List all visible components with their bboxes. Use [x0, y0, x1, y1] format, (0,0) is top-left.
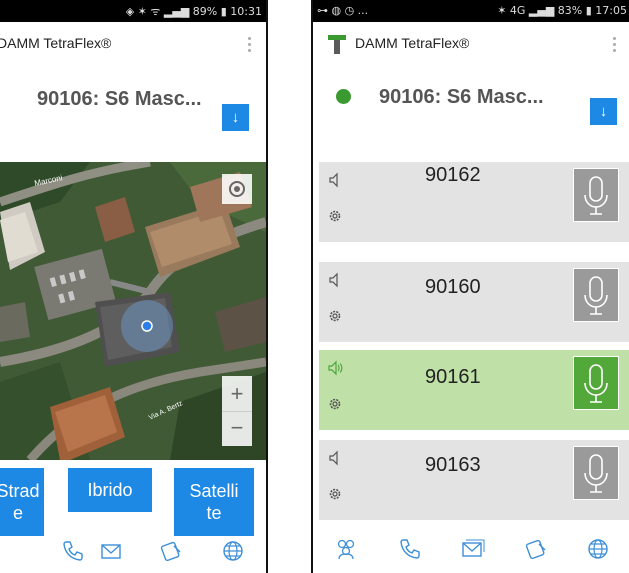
globe-icon[interactable] — [585, 536, 611, 562]
channel-number: 90163 — [425, 454, 481, 476]
phone-icon[interactable] — [397, 536, 423, 562]
messages-icon[interactable] — [98, 538, 124, 564]
channel-number: 90162 — [425, 164, 481, 186]
microphone-icon — [584, 364, 608, 403]
my-location-button[interactable] — [222, 174, 252, 204]
speaker-active-icon[interactable] — [327, 360, 343, 376]
radio-header: 90106: S6 Masc... ↓ — [313, 68, 629, 148]
groups-icon[interactable] — [333, 536, 359, 562]
app-bar: DAMM TetraFlex® — [313, 22, 629, 64]
overflow-menu-icon[interactable] — [248, 34, 252, 55]
connection-status-dot — [336, 89, 351, 104]
app-title: DAMM TetraFlex® — [355, 35, 470, 51]
microphone-icon — [584, 454, 608, 493]
microphone-icon — [584, 176, 608, 215]
right-phone-screen: ⊶ ◍ ◷ ... ✶ 4G ▂▄▆ 83% ▮ 17:05 DAMM Tetr… — [311, 0, 629, 573]
globe-icon[interactable] — [220, 538, 246, 564]
speaker-icon[interactable] — [327, 450, 343, 466]
map-type-roads-line2: e — [12, 503, 23, 523]
ptt-button[interactable] — [573, 268, 619, 322]
microphone-icon — [584, 276, 608, 315]
zoom-out-button[interactable]: − — [222, 411, 252, 447]
map-type-hybrid-label: Ibrido — [87, 480, 133, 500]
map-type-roads-button[interactable]: Strad e — [0, 468, 44, 536]
status-bar-indicators: ✶ 4G ▂▄▆ 83% ▮ 17:05 — [497, 4, 627, 17]
download-button[interactable]: ↓ — [222, 104, 249, 131]
map-type-satellite-button[interactable]: Satelli te — [174, 468, 254, 536]
app-title: DAMM TetraFlex® — [0, 35, 112, 51]
messages-icon[interactable] — [459, 536, 485, 562]
radio-name: 90106: S6 Masc... — [37, 88, 202, 110]
download-button[interactable]: ↓ — [590, 98, 617, 125]
channel-number: 90161 — [425, 366, 481, 388]
zoom-in-button[interactable]: + — [222, 376, 252, 411]
radio-device-icon[interactable] — [158, 538, 184, 564]
locate-icon — [229, 181, 245, 197]
left-phone-screen: ◈ ✶ ᯤ ▂▄▆ 89% ▮ 10:31 DAMM TetraFlex® 90… — [0, 0, 268, 573]
zoom-controls: + − — [222, 376, 252, 446]
channel-row[interactable]: 90160 — [319, 262, 629, 342]
speaker-icon[interactable] — [327, 272, 343, 288]
map-type-roads-line1: Strad — [0, 481, 40, 501]
ptt-button[interactable] — [573, 446, 619, 500]
settings-gear-icon[interactable] — [328, 397, 342, 411]
radio-device-icon[interactable] — [523, 536, 549, 562]
settings-gear-icon[interactable] — [328, 309, 342, 323]
map-type-hybrid-button[interactable]: Ibrido — [68, 468, 152, 512]
ptt-button[interactable] — [573, 168, 619, 222]
phone-icon[interactable] — [60, 538, 86, 564]
status-bar-notifications: ⊶ ◍ ◷ ... — [317, 4, 369, 17]
satellite-map[interactable]: Marconi Via A. Bertz + − — [0, 162, 266, 460]
settings-gear-icon[interactable] — [328, 209, 342, 223]
radio-name: 90106: S6 Masc... — [379, 86, 544, 108]
channel-row-active[interactable]: 90161 — [319, 350, 629, 430]
status-bar: ◈ ✶ ᯤ ▂▄▆ 89% ▮ 10:31 — [0, 0, 266, 22]
speaker-icon[interactable] — [327, 172, 343, 188]
bottom-nav — [0, 530, 266, 570]
tetraflex-logo-icon — [328, 35, 346, 54]
status-bar: ⊶ ◍ ◷ ... ✶ 4G ▂▄▆ 83% ▮ 17:05 — [313, 0, 629, 22]
status-bar-indicators: ◈ ✶ ᯤ ▂▄▆ 89% ▮ 10:31 — [125, 5, 262, 18]
map-type-satellite-line2: te — [206, 503, 222, 523]
app-bar: DAMM TetraFlex® — [0, 22, 266, 64]
ptt-button[interactable] — [573, 356, 619, 410]
overflow-menu-icon[interactable] — [613, 34, 617, 55]
settings-gear-icon[interactable] — [328, 487, 342, 501]
map-type-satellite-line1: Satelli — [189, 481, 239, 501]
channel-row[interactable]: 90162 — [319, 162, 629, 242]
channel-number: 90160 — [425, 276, 481, 298]
radio-header: 90106: S6 Masc... ↓ — [0, 68, 266, 148]
bottom-nav — [313, 528, 629, 568]
channel-row[interactable]: 90163 — [319, 440, 629, 520]
